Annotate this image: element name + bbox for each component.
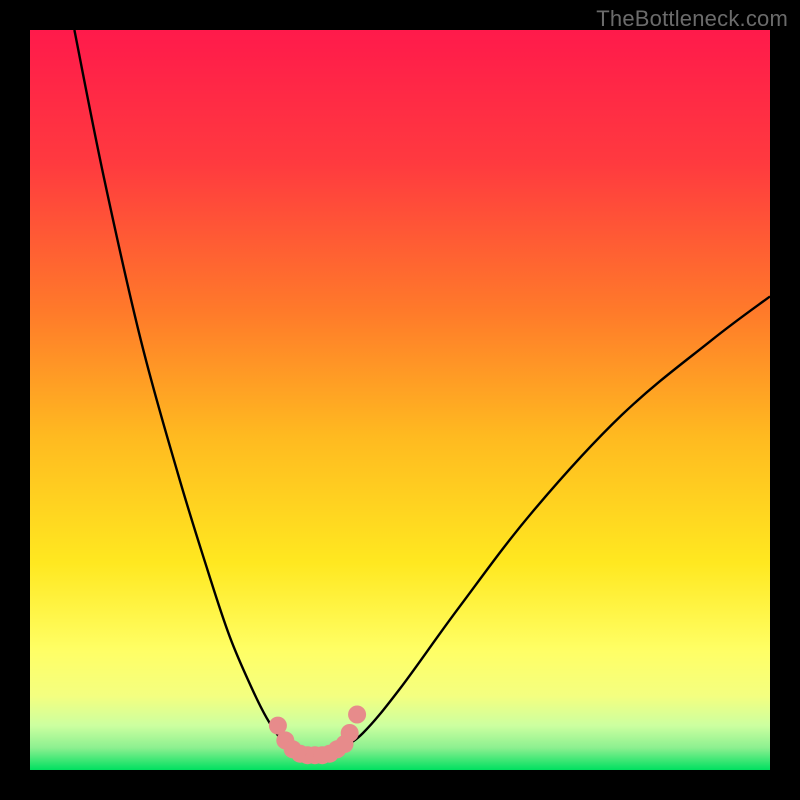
chart-plot-area [30,30,770,770]
valley-marker [348,706,366,724]
valley-marker [341,724,359,742]
bottleneck-curve [30,30,770,770]
watermark: TheBottleneck.com [596,6,788,32]
valley-markers [269,706,366,765]
left-curve [74,30,311,756]
right-curve [311,296,770,755]
